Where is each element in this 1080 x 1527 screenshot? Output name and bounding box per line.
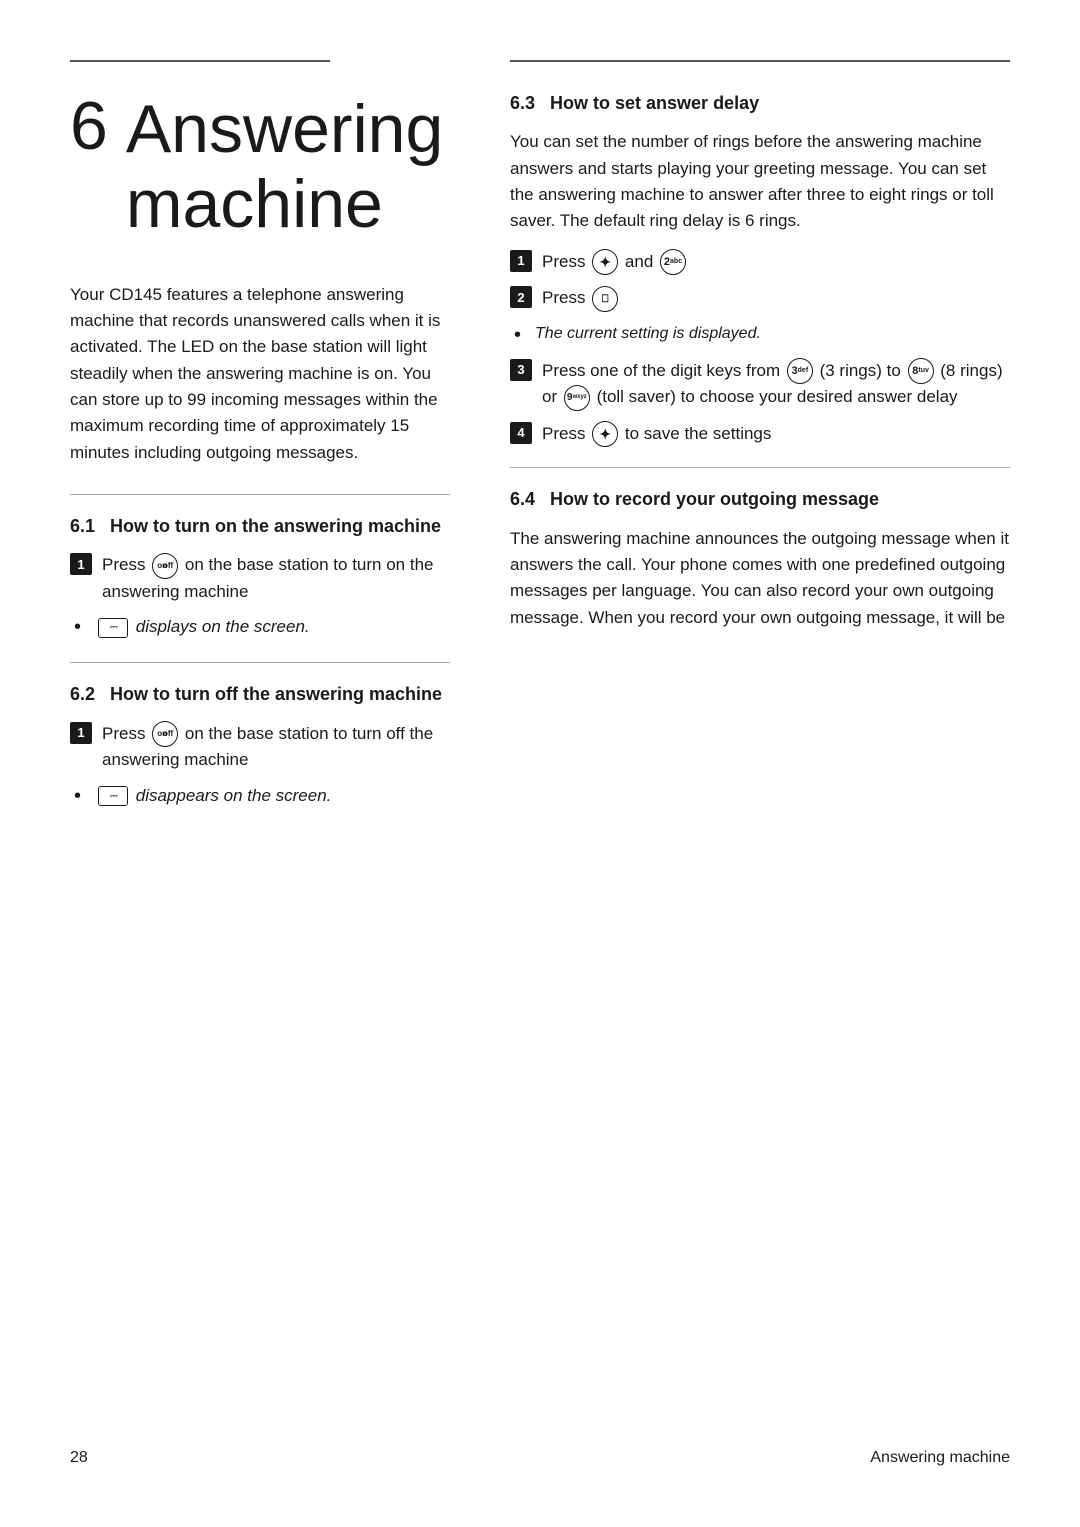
footer: 28 Answering machine	[70, 1441, 1010, 1467]
section-6-2-heading: 6.2 How to turn off the answering machin…	[70, 683, 450, 706]
step-number-1: 1	[70, 553, 92, 575]
bullet-6-2-1: • ⎓ disappears on the screen.	[74, 783, 450, 811]
section-6-4-heading: 6.4 How to record your outgoing message	[510, 488, 1010, 511]
top-rule-left	[70, 60, 330, 62]
bullet-dot-3: •	[514, 320, 521, 350]
bullet-6-3-1-text: The current setting is displayed.	[535, 322, 761, 346]
step-number-1-s2: 1	[70, 722, 92, 744]
bullet-6-1-1: • ⎓ displays on the screen.	[74, 614, 450, 642]
step-6-3-1: 1 Press ✦ and 2abc	[510, 249, 1010, 276]
section-6-2-divider	[70, 662, 450, 663]
step-6-3-2-text: Press ⎕	[542, 285, 1010, 312]
step-6-3-4: 4 Press ✦ to save the settings	[510, 421, 1010, 448]
section-6-4-intro: The answering machine announces the outg…	[510, 526, 1010, 631]
section-6-3-intro: You can set the number of rings before t…	[510, 129, 1010, 234]
on-off-button-icon: onoff	[152, 553, 178, 579]
section-6-4: 6.4 How to record your outgoing message …	[510, 488, 1010, 631]
step-6-2-1: 1 Press onoff on the base station to tur…	[70, 721, 450, 773]
screen-icon-2: ⎓	[98, 786, 128, 806]
digit-3-icon: 3def	[787, 358, 813, 384]
step-num-6-3-2: 2	[510, 286, 532, 308]
page: 6 Answering machine Your CD145 features …	[0, 0, 1080, 1527]
chapter-intro: Your CD145 features a telephone answerin…	[70, 282, 450, 466]
step-6-3-3: 3 Press one of the digit keys from 3def …	[510, 358, 1010, 411]
section-6-1-heading: 6.1 How to turn on the answering machine	[70, 515, 450, 538]
navigate-icon-1: ✦	[592, 249, 618, 275]
menu-icon: ⎕	[592, 286, 618, 312]
navigate-icon-2: ✦	[592, 421, 618, 447]
step-6-3-2: 2 Press ⎕	[510, 285, 1010, 312]
step-6-3-1-text: Press ✦ and 2abc	[542, 249, 1010, 276]
right-column: 6.3 How to set answer delay You can set …	[510, 92, 1010, 1401]
left-column: 6 Answering machine Your CD145 features …	[70, 92, 450, 1401]
bullet-dot-2: •	[74, 781, 81, 811]
step-6-3-3-text: Press one of the digit keys from 3def (3…	[542, 358, 1010, 411]
digit-2-icon: 2abc	[660, 249, 686, 275]
step-6-2-1-text: Press onoff on the base station to turn …	[102, 721, 450, 773]
chapter-number: 6	[70, 92, 108, 160]
section-6-4-divider	[510, 467, 1010, 468]
section-6-2: 6.2 How to turn off the answering machin…	[70, 683, 450, 810]
chapter-title: Answering machine	[126, 92, 450, 242]
on-off-button-icon-2: onoff	[152, 721, 178, 747]
page-number: 28	[70, 1449, 88, 1467]
section-6-3-heading: 6.3 How to set answer delay	[510, 92, 1010, 115]
screen-icon: ⎓	[98, 618, 128, 638]
bullet-6-1-1-text: ⎓ displays on the screen.	[95, 614, 310, 640]
step-num-6-3-4: 4	[510, 422, 532, 444]
top-rule-right	[510, 60, 1010, 62]
section-6-1-divider	[70, 494, 450, 495]
bullet-dot: •	[74, 612, 81, 642]
step-6-1-1-text: Press onoff on the base station to turn …	[102, 552, 450, 604]
digit-9-icon: 9wxyz	[564, 385, 590, 411]
section-6-1: 6.1 How to turn on the answering machine…	[70, 515, 450, 642]
step-num-6-3-1: 1	[510, 250, 532, 272]
footer-title: Answering machine	[870, 1449, 1010, 1467]
step-6-3-4-text: Press ✦ to save the settings	[542, 421, 1010, 448]
bullet-6-2-1-text: ⎓ disappears on the screen.	[95, 783, 331, 809]
section-6-3: 6.3 How to set answer delay You can set …	[510, 92, 1010, 447]
step-num-6-3-3: 3	[510, 359, 532, 381]
digit-8-icon: 8tuv	[908, 358, 934, 384]
bullet-6-3-1: • The current setting is displayed.	[514, 322, 1010, 350]
step-6-1-1: 1 Press onoff on the base station to tur…	[70, 552, 450, 604]
